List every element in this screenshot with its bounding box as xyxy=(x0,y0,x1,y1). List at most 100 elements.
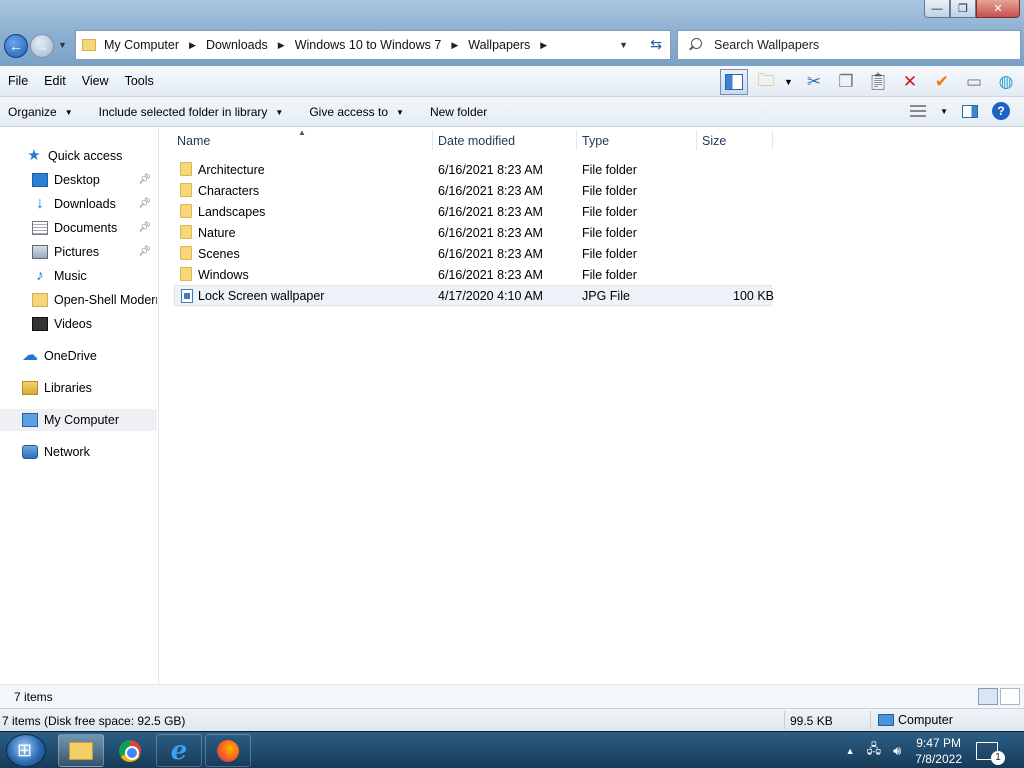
shell-globe-icon[interactable]: ◍ xyxy=(992,69,1020,95)
chevron-right-icon[interactable]: ▶ xyxy=(540,40,547,51)
menu-file[interactable]: File xyxy=(0,74,36,88)
nav-item-my-computer[interactable]: My Computer xyxy=(0,409,157,431)
breadcrumb-item[interactable]: Wallpapers xyxy=(468,38,530,52)
delete-icon[interactable]: ✕ xyxy=(896,69,924,95)
items-count: 7 items xyxy=(14,690,53,704)
menu-edit[interactable]: Edit xyxy=(36,74,74,88)
address-bar[interactable]: My Computer ▶ Downloads ▶ Windows 10 to Wi… xyxy=(75,30,671,60)
forward-button[interactable]: → xyxy=(30,34,54,58)
nav-item-videos[interactable]: Videos xyxy=(0,313,157,335)
chevron-right-icon[interactable]: ▶ xyxy=(189,40,196,51)
chevron-right-icon[interactable]: ▶ xyxy=(451,40,458,51)
nav-label: Pictures xyxy=(54,245,100,259)
menu-view[interactable]: View xyxy=(74,74,117,88)
select-icon[interactable]: ✔ xyxy=(928,69,956,95)
copy-icon[interactable]: ❐ xyxy=(832,69,860,95)
column-divider[interactable] xyxy=(772,130,773,150)
table-row[interactable]: Windows 6/16/2021 8:23 AM File folder xyxy=(174,264,772,285)
recent-pages-dropdown[interactable]: ▼ xyxy=(58,40,67,50)
menu-tools[interactable]: Tools xyxy=(117,74,162,88)
table-row[interactable]: Architecture 6/16/2021 8:23 AM File fold… xyxy=(174,159,772,180)
table-row[interactable]: Nature 6/16/2021 8:23 AM File folder xyxy=(174,222,772,243)
change-view-icon[interactable] xyxy=(910,105,927,117)
chevron-down-icon[interactable]: ▼ xyxy=(940,107,948,116)
table-row[interactable]: Scenes 6/16/2021 8:23 AM File folder xyxy=(174,243,772,264)
nav-item-network[interactable]: Network xyxy=(0,441,157,463)
search-input[interactable]: Search Wallpapers xyxy=(677,30,1021,60)
column-header-size[interactable]: Size xyxy=(702,134,726,148)
menu-bar: File Edit View Tools 🗀 ▼ ✂ ❐ 📋︎ ✕ ✔ ▭ ◍ xyxy=(0,66,1024,97)
chevron-right-icon[interactable]: ▶ xyxy=(278,40,285,51)
column-header-name[interactable]: Name xyxy=(177,134,210,148)
pin-icon[interactable]: 📌︎ xyxy=(138,174,151,185)
nav-item-libraries[interactable]: Libraries xyxy=(0,377,157,399)
minimize-button[interactable]: — xyxy=(924,0,950,18)
column-header-type[interactable]: Type xyxy=(582,134,609,148)
notifications-icon[interactable]: 1 xyxy=(976,741,1005,765)
taskbar-internet-explorer[interactable]: e xyxy=(156,734,202,767)
taskbar-chrome[interactable] xyxy=(107,734,153,767)
pin-icon[interactable]: 📌︎ xyxy=(138,246,151,257)
pin-icon[interactable]: 📌︎ xyxy=(138,198,151,209)
nav-item-documents[interactable]: Documents 📌︎ xyxy=(0,217,157,239)
table-row[interactable]: Lock Screen wallpaper 4/17/2020 4:10 AM … xyxy=(174,285,774,306)
large-icons-view-icon[interactable] xyxy=(1000,688,1020,705)
cut-icon[interactable]: ✂ xyxy=(800,69,828,95)
volume-icon[interactable]: 🔊︎ xyxy=(893,743,901,759)
maximize-button[interactable]: ❐ xyxy=(950,0,976,18)
command-bar: Organize ▼ Include selected folder in lib… xyxy=(0,97,1024,127)
nav-quick-access[interactable]: ★ Quick access xyxy=(0,145,157,167)
pin-icon[interactable]: 📌︎ xyxy=(138,222,151,233)
file-date: 6/16/2021 8:23 AM xyxy=(438,184,543,198)
back-button[interactable]: ← xyxy=(4,34,28,58)
table-row[interactable]: Characters 6/16/2021 8:23 AM File folder xyxy=(174,180,772,201)
nav-label: My Computer xyxy=(44,413,120,427)
help-icon[interactable]: ? xyxy=(992,102,1010,120)
divider xyxy=(784,711,785,729)
nav-item-onedrive[interactable]: ☁ OneDrive xyxy=(0,345,157,367)
preview-pane-button[interactable] xyxy=(720,69,748,95)
column-divider[interactable] xyxy=(576,130,577,150)
show-hidden-icons-icon[interactable]: ▲ xyxy=(846,746,855,756)
start-button[interactable] xyxy=(6,734,46,767)
column-header-date[interactable]: Date modified xyxy=(438,134,515,148)
breadcrumb-item[interactable]: Downloads xyxy=(206,38,268,52)
file-type: File folder xyxy=(582,205,637,219)
include-in-library-button[interactable]: Include selected folder in library ▼ xyxy=(99,105,284,119)
new-folder-icon[interactable]: 🗀 xyxy=(752,69,780,95)
breadcrumb-item[interactable]: My Computer xyxy=(104,38,179,52)
organize-button[interactable]: Organize ▼ xyxy=(8,105,73,119)
paste-icon[interactable]: 📋︎ xyxy=(864,69,892,95)
file-type: File folder xyxy=(582,226,637,240)
include-library-label: Include selected folder in library xyxy=(98,105,268,119)
chevron-down-icon: ▼ xyxy=(275,107,284,117)
star-icon: ★ xyxy=(27,147,41,164)
new-folder-button[interactable]: New folder xyxy=(430,105,487,119)
chevron-down-icon[interactable]: ▼ xyxy=(784,77,796,87)
nav-item-open-shell-modern[interactable]: Open-Shell Modern xyxy=(0,289,157,311)
rename-icon[interactable]: ▭ xyxy=(960,69,988,95)
toolbar-icons: 🗀 ▼ ✂ ❐ 📋︎ ✕ ✔ ▭ ◍ xyxy=(720,69,1020,95)
give-access-button[interactable]: Give access to ▼ xyxy=(309,105,404,119)
address-history-dropdown[interactable]: ▼ xyxy=(619,40,628,50)
nav-item-desktop[interactable]: Desktop 📌︎ xyxy=(0,169,157,191)
column-divider[interactable] xyxy=(432,130,433,150)
breadcrumb-item[interactable]: Windows 10 to Windows 7 xyxy=(295,38,442,52)
computer-icon xyxy=(22,413,38,427)
close-button[interactable]: ✕ xyxy=(976,0,1020,18)
column-divider[interactable] xyxy=(696,130,697,150)
details-view-icon[interactable] xyxy=(978,688,998,705)
taskbar-file-explorer[interactable] xyxy=(58,734,104,767)
nav-item-downloads[interactable]: ↓ Downloads 📌︎ xyxy=(0,193,157,215)
search-placeholder: Search Wallpapers xyxy=(714,38,820,52)
table-row[interactable]: Landscapes 6/16/2021 8:23 AM File folder xyxy=(174,201,772,222)
network-icon xyxy=(22,445,38,459)
clock[interactable]: 9:47 PM 7/8/2022 xyxy=(915,735,962,767)
file-date: 6/16/2021 8:23 AM xyxy=(438,247,543,261)
show-pane-icon[interactable] xyxy=(962,104,978,118)
taskbar-firefox[interactable] xyxy=(205,734,251,767)
nav-item-pictures[interactable]: Pictures 📌︎ xyxy=(0,241,157,263)
network-status-icon[interactable]: 🖧︎ xyxy=(867,740,882,762)
refresh-icon[interactable]: ⇆ xyxy=(650,36,662,53)
nav-item-music[interactable]: ♪ Music xyxy=(0,265,157,287)
